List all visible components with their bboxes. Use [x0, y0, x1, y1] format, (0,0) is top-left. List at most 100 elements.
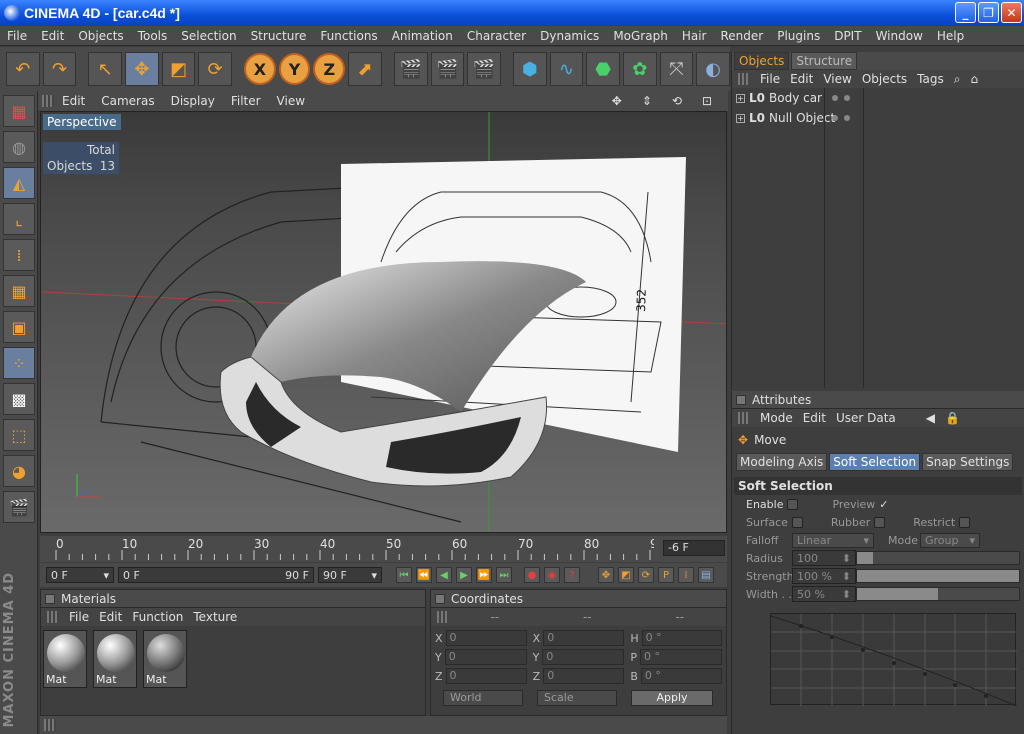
enable-checkbox[interactable]: [787, 498, 799, 510]
mat-menu-function[interactable]: Function: [132, 610, 183, 624]
scale-tool-icon[interactable]: ◩: [161, 52, 196, 86]
render-picture-viewer-icon[interactable]: 🎬: [430, 52, 465, 86]
strength-slider[interactable]: [856, 569, 1020, 583]
strength-field[interactable]: 100 % ⬍: [792, 568, 856, 584]
expand-icon[interactable]: +: [736, 93, 745, 103]
vp-menu-filter[interactable]: Filter: [223, 94, 269, 108]
spline-icon[interactable]: ∿: [549, 52, 584, 86]
tab-objects[interactable]: Objects: [734, 52, 790, 70]
vp-menu-view[interactable]: View: [269, 94, 313, 108]
visibility-dots[interactable]: [832, 115, 850, 121]
menu-character[interactable]: Character: [460, 29, 533, 43]
menu-objects[interactable]: Objects: [71, 29, 130, 43]
uv-points-icon[interactable]: ⁘: [3, 347, 35, 379]
clapboard-icon[interactable]: 🎬: [3, 491, 35, 523]
menu-tools[interactable]: Tools: [131, 29, 175, 43]
object-mode-icon[interactable]: ◭: [3, 167, 35, 199]
pos-y-field[interactable]: 0: [444, 649, 527, 665]
lock-icon[interactable]: 🔒: [945, 411, 960, 425]
falloff-curve-graph[interactable]: [770, 613, 1018, 707]
keyframe-selection-icon[interactable]: ?: [564, 567, 580, 583]
next-key-icon[interactable]: ⏩: [476, 567, 492, 583]
size-z-field[interactable]: 0: [543, 668, 625, 684]
mat-menu-file[interactable]: File: [69, 610, 89, 624]
menu-plugins[interactable]: Plugins: [770, 29, 827, 43]
frame-range-slider[interactable]: 0 F 90 F: [118, 567, 314, 583]
axis-mode-icon[interactable]: ⌞: [3, 203, 35, 235]
perspective-viewport[interactable]: 352 Perspective Total Objects 13: [40, 111, 727, 533]
key-rotation-icon[interactable]: ⟳: [638, 567, 654, 583]
tab-structure[interactable]: Structure: [791, 52, 858, 70]
timeline-window-icon[interactable]: ▤: [698, 567, 714, 583]
render-settings-icon[interactable]: 🎬: [467, 52, 501, 86]
deformer-icon[interactable]: ⤧: [659, 52, 694, 86]
search-icon[interactable]: ⌕: [954, 72, 961, 87]
rotate-tool-icon[interactable]: ⟳: [198, 52, 233, 86]
array-icon[interactable]: ✿: [622, 52, 657, 86]
nurbs-icon[interactable]: ⬣: [586, 52, 620, 86]
edges-mode-icon[interactable]: ▦: [3, 275, 35, 307]
material-swatch[interactable]: Mat: [93, 630, 137, 688]
pan-icon[interactable]: ✥: [604, 94, 630, 108]
key-parameter-icon[interactable]: P: [658, 567, 674, 583]
live-selection-icon[interactable]: ↖: [88, 52, 122, 86]
orbit-icon[interactable]: ⟲: [664, 94, 690, 108]
tab-soft-selection[interactable]: Soft Selection: [829, 453, 921, 471]
visibility-dots[interactable]: [832, 95, 850, 101]
expand-icon[interactable]: +: [736, 113, 745, 123]
rubber-checkbox[interactable]: [874, 516, 886, 528]
coordinate-mode-dropdown[interactable]: World: [443, 690, 523, 706]
om-menu-edit[interactable]: Edit: [790, 72, 813, 86]
dolly-icon[interactable]: ⇕: [634, 94, 660, 108]
rot-p-field[interactable]: 0 °: [639, 649, 722, 665]
key-pla-icon[interactable]: ⁞: [678, 567, 694, 583]
preview-check-icon[interactable]: ✓: [879, 498, 888, 511]
menu-help[interactable]: Help: [930, 29, 971, 43]
om-menu-view[interactable]: View: [823, 72, 851, 86]
vp-menu-edit[interactable]: Edit: [54, 94, 93, 108]
key-scale-icon[interactable]: ◩: [618, 567, 634, 583]
render-view-icon[interactable]: 🎬: [393, 52, 428, 86]
menu-dpit[interactable]: DPIT: [827, 29, 868, 43]
object-row[interactable]: + L0 Body car: [732, 88, 1024, 108]
surface-checkbox[interactable]: [791, 516, 803, 528]
falloff-dropdown[interactable]: Linear ▾: [792, 532, 874, 548]
sculpt-icon[interactable]: ◕: [3, 455, 35, 487]
timeline-ruler[interactable]: 0 10 20 30 40 50 60 70 80 90 -6 F: [40, 536, 727, 562]
pos-z-field[interactable]: 0: [445, 668, 527, 684]
y-axis-lock-icon[interactable]: Y: [278, 53, 311, 85]
mat-menu-edit[interactable]: Edit: [99, 610, 122, 624]
menu-animation[interactable]: Animation: [385, 29, 460, 43]
radius-slider[interactable]: [856, 551, 1020, 565]
menu-file[interactable]: File: [0, 29, 34, 43]
close-icon[interactable]: ✕: [1001, 2, 1022, 23]
rot-h-field[interactable]: 0 °: [641, 630, 722, 646]
texture-mode-icon[interactable]: ▩: [3, 383, 35, 415]
width-slider[interactable]: [856, 587, 1020, 601]
current-frame-field[interactable]: -6 F: [663, 540, 725, 556]
am-menu-edit[interactable]: Edit: [803, 411, 826, 425]
size-y-field[interactable]: 0: [542, 649, 625, 665]
mat-menu-texture[interactable]: Texture: [193, 610, 237, 624]
z-axis-lock-icon[interactable]: Z: [313, 53, 346, 85]
tab-snap-settings[interactable]: Snap Settings: [922, 453, 1014, 471]
go-to-start-icon[interactable]: ⏮: [396, 567, 412, 583]
menu-window[interactable]: Window: [869, 29, 930, 43]
minimize-icon[interactable]: _: [955, 2, 976, 23]
layout-icon[interactable]: ▦: [3, 95, 35, 127]
vp-menu-display[interactable]: Display: [163, 94, 223, 108]
go-to-end-icon[interactable]: ⏭: [496, 567, 512, 583]
om-menu-file[interactable]: File: [760, 72, 780, 86]
end-frame-field[interactable]: 90 F ▾: [318, 567, 382, 583]
mode-dropdown[interactable]: Group ▾: [920, 532, 980, 548]
object-row[interactable]: + L0 Null Object: [732, 108, 1024, 128]
material-swatch[interactable]: Mat: [43, 630, 87, 688]
prev-key-icon[interactable]: ⏪: [416, 567, 432, 583]
menu-functions[interactable]: Functions: [313, 29, 384, 43]
menu-selection[interactable]: Selection: [174, 29, 243, 43]
menu-dynamics[interactable]: Dynamics: [533, 29, 606, 43]
radius-field[interactable]: 100 ⬍: [792, 550, 856, 566]
cube-primitive-icon[interactable]: ⬢: [512, 52, 547, 86]
om-menu-tags[interactable]: Tags: [917, 72, 944, 86]
model-mode-icon[interactable]: ◍: [3, 131, 35, 163]
